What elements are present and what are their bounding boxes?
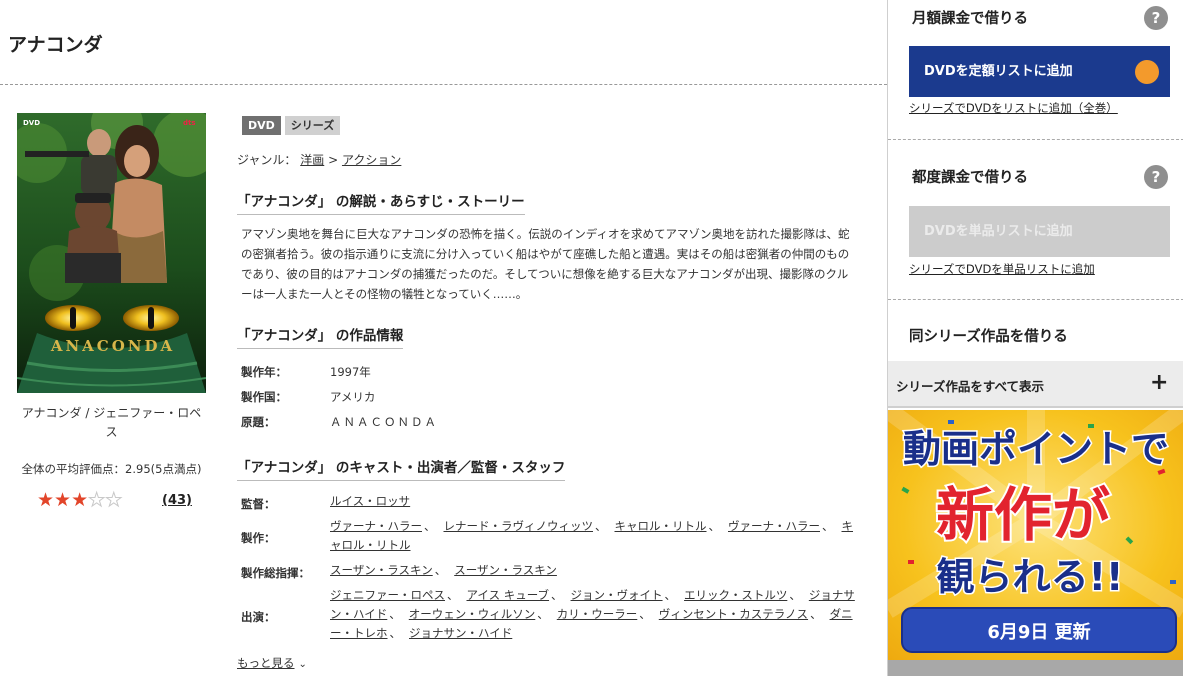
staff-name-link[interactable]: スーザン・ラスキン <box>454 563 557 577</box>
staff-label-executive-producer: 製作総指揮： <box>241 566 310 580</box>
tag-badge: DVD <box>242 116 281 135</box>
name-separator: 、 <box>551 588 563 602</box>
banner-line-1: 動画ポイントで <box>903 427 1169 471</box>
staff-name-link[interactable]: ルイス・ロッサ <box>330 494 410 508</box>
status-dot-icon <box>1135 60 1159 84</box>
info-label: 製作国： <box>241 390 287 404</box>
tag-badge: シリーズ <box>284 116 341 135</box>
average-rating: 全体の平均評価点：2.95(5点満点) <box>21 462 202 476</box>
star-icon: ★ <box>105 489 123 512</box>
banner-line-3: 観られる!! <box>937 555 1124 599</box>
staff-name-link[interactable]: アイス キューブ <box>467 588 550 602</box>
info-value: 1997年 <box>330 365 371 379</box>
name-separator: 、 <box>810 607 822 621</box>
star-icon: ★ <box>71 489 89 511</box>
main-content: アナコンダ ANACONDA DVD dts アナコンダ / ジェニファー・ロペ… <box>0 0 887 676</box>
staff-names-executive-producer: スーザン・ラスキン、スーザン・ラスキン <box>330 561 855 580</box>
help-icon[interactable]: ? <box>1144 6 1168 30</box>
sidebar-divider <box>888 139 1183 140</box>
plus-icon: + <box>1150 370 1169 395</box>
synopsis-heading: 「アナコンダ」 の解説・あらすじ・ストーリー <box>237 190 525 215</box>
review-count-link[interactable]: (43) <box>162 493 192 508</box>
show-all-series-label: シリーズ作品をすべて表示 <box>896 379 1045 394</box>
show-all-series-toggle[interactable]: シリーズ作品をすべて表示 + <box>888 361 1183 408</box>
genre-breadcrumb: ジャンル： 洋画 > アクション <box>237 151 401 168</box>
add-series-single-link[interactable]: シリーズでDVDを単品リストに追加 <box>909 261 1095 277</box>
staff-name-link[interactable]: ジョン・ヴォイト <box>571 588 663 602</box>
per-rental-title: 都度課金で借りる <box>912 170 1028 186</box>
title-divider <box>0 84 887 85</box>
genre-separator: > <box>328 153 339 167</box>
banner-date: 6月9日 更新 <box>987 621 1090 643</box>
add-series-monthly-link[interactable]: シリーズでDVDをリストに追加（全巻） <box>909 100 1118 116</box>
name-separator: 、 <box>389 607 401 621</box>
staff-names-cast: ジェニファー・ロペス、アイス キューブ、ジョン・ヴォイト、エリック・ストルツ、ジ… <box>330 586 855 643</box>
staff-label-director: 監督： <box>241 497 276 511</box>
staff-label-cast: 出演： <box>241 610 276 624</box>
cover-logo: ANACONDA <box>50 337 175 355</box>
staff-label-producer: 製作： <box>241 531 276 545</box>
monthly-rental-title: 月額課金で借りる <box>912 11 1028 27</box>
info-label: 製作年： <box>241 365 287 379</box>
name-separator: 、 <box>789 588 801 602</box>
tag-list: DVD シリーズ <box>242 116 341 135</box>
staff-names-director: ルイス・ロッサ <box>330 492 855 511</box>
cover-caption: アナコンダ / ジェニファー・ロペス <box>21 406 202 439</box>
cast-heading: 「アナコンダ」 のキャスト・出演者／監督・スタッフ <box>237 456 566 481</box>
promo-banner[interactable]: 動画ポイントで 新作が 観られる!! 6月9日 更新 <box>888 410 1183 660</box>
staff-name-link[interactable]: ジョナサン・ハイド <box>409 626 512 640</box>
sidebar-divider <box>888 299 1183 300</box>
staff-names-producer: ヴァーナ・ハラー、レナード・ラヴィノウィッツ、キャロル・リトル、ヴァーナ・ハラー… <box>330 517 855 555</box>
name-separator: 、 <box>595 519 607 533</box>
cover-image[interactable]: ANACONDA DVD dts <box>17 113 206 393</box>
genre-link-child[interactable]: アクション <box>342 153 401 167</box>
info-label: 原題： <box>241 415 276 429</box>
staff-name-link[interactable]: ジェニファー・ロペス <box>330 588 445 602</box>
star-icon: ★ <box>88 489 106 512</box>
show-more-link[interactable]: もっと見る ⌄ <box>237 655 307 671</box>
info-value: アメリカ <box>330 390 376 404</box>
staff-name-link[interactable]: カリ・ウーラー <box>557 607 638 621</box>
add-to-monthly-list-label: DVDを定額リストに追加 <box>924 64 1073 79</box>
staff-name-link[interactable]: ヴァーナ・ハラー <box>330 519 422 533</box>
star-icon: ★ <box>37 489 55 511</box>
genre-label: ジャンル： <box>237 153 297 167</box>
staff-name-link[interactable]: オーウェン・ウィルソン <box>409 607 536 621</box>
genre-link-parent[interactable]: 洋画 <box>300 153 324 167</box>
name-separator: 、 <box>424 519 436 533</box>
banner-line-2: 新作が <box>936 481 1110 549</box>
page-title: アナコンダ <box>8 34 103 56</box>
add-to-monthly-list-button[interactable]: DVDを定額リストに追加 <box>909 46 1170 97</box>
staff-name-link[interactable]: エリック・ストルツ <box>684 588 787 602</box>
chevron-down-icon: ⌄ <box>298 659 307 670</box>
star-rating: ★★★★★ <box>37 489 123 512</box>
banner-footer-strip <box>888 660 1183 676</box>
cover-badge-dts: dts <box>183 119 196 127</box>
name-separator: 、 <box>639 607 651 621</box>
staff-name-link[interactable]: ヴァーナ・ハラー <box>728 519 820 533</box>
cover-badge-dvd: DVD <box>23 119 40 127</box>
name-separator: 、 <box>434 563 447 577</box>
name-separator: 、 <box>822 519 834 533</box>
show-more-label: もっと見る <box>237 656 295 670</box>
staff-name-link[interactable]: レナード・ラヴィノウィッツ <box>444 519 594 533</box>
name-separator: 、 <box>537 607 549 621</box>
staff-name-link[interactable]: キャロル・リトル <box>615 519 707 533</box>
info-heading: 「アナコンダ」 の作品情報 <box>237 324 404 349</box>
info-value: ＡＮＡＣＯＮＤＡ <box>330 415 438 429</box>
series-rental-title: 同シリーズ作品を借りる <box>909 329 1068 345</box>
help-icon[interactable]: ? <box>1144 165 1168 189</box>
name-separator: 、 <box>708 519 721 533</box>
name-separator: 、 <box>664 588 677 602</box>
star-icon: ★ <box>54 489 72 511</box>
name-separator: 、 <box>447 588 459 602</box>
rental-sidebar: 月額課金で借りる ? DVDを定額リストに追加 シリーズでDVDをリストに追加（… <box>887 0 1183 676</box>
add-to-single-list-button: DVDを単品リストに追加 <box>909 206 1170 257</box>
staff-name-link[interactable]: ヴィンセント・カステラノス <box>659 607 808 621</box>
staff-name-link[interactable]: スーザン・ラスキン <box>330 563 433 577</box>
name-separator: 、 <box>389 626 402 640</box>
synopsis-text: アマゾン奥地を舞台に巨大なアナコンダの恐怖を描く。伝説のインディオを求めてアマゾ… <box>241 227 850 301</box>
